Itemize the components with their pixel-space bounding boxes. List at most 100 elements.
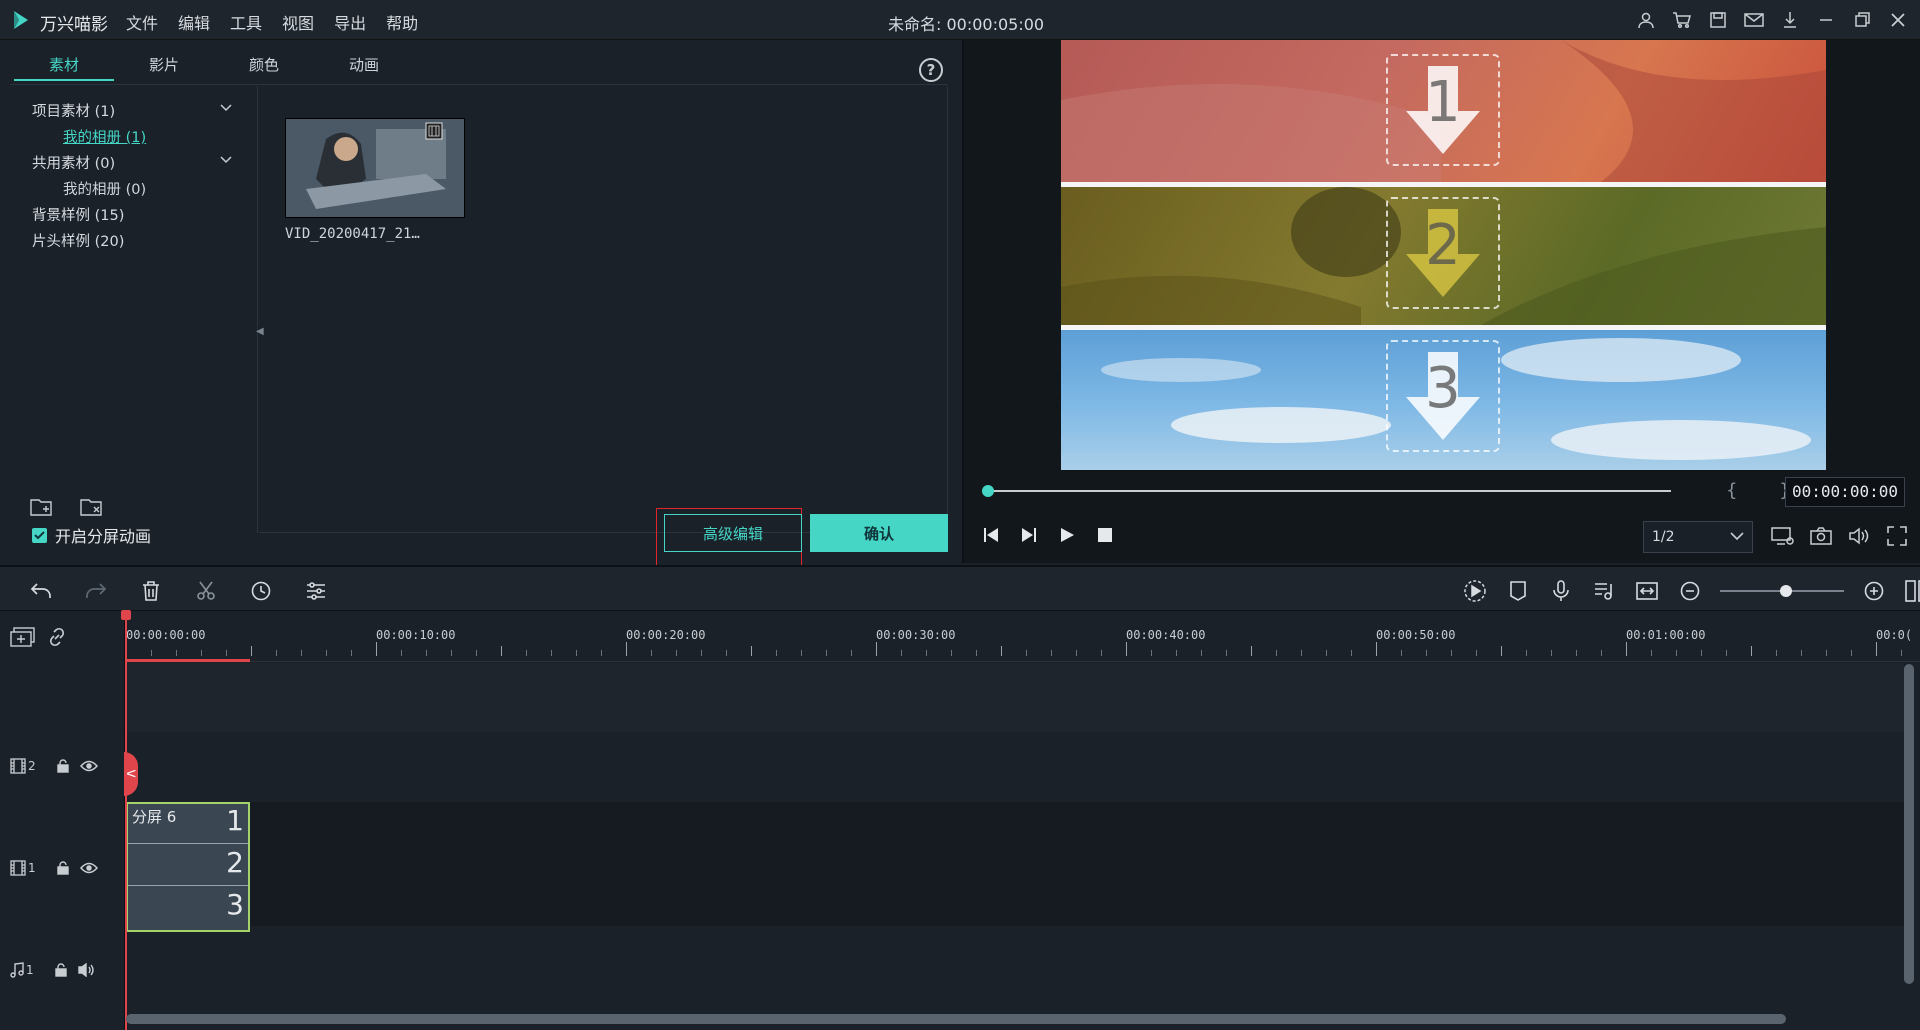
- zoom-slider-handle[interactable]: [1780, 585, 1792, 597]
- restore-icon[interactable]: [1850, 8, 1874, 32]
- fit-timeline-icon[interactable]: [1634, 578, 1660, 604]
- split-animation-toggle[interactable]: 开启分屏动画: [32, 523, 151, 547]
- ruler-tick: [1901, 650, 1902, 656]
- save-icon[interactable]: [1706, 8, 1730, 32]
- ruler-tick: [876, 642, 877, 656]
- preview-scrubber[interactable]: [988, 490, 1671, 492]
- link-icon[interactable]: [46, 626, 68, 648]
- lock-icon[interactable]: [54, 963, 68, 977]
- tree-my-album-0[interactable]: 我的相册 (0): [63, 178, 146, 199]
- cut-icon[interactable]: [193, 578, 219, 604]
- delete-icon[interactable]: [138, 578, 164, 604]
- audio-mixer-icon[interactable]: [1591, 578, 1617, 604]
- zoom-out-icon[interactable]: [1677, 578, 1703, 604]
- help-icon[interactable]: ?: [919, 58, 943, 82]
- ruler-tick: [226, 650, 227, 656]
- track-video-1[interactable]: [126, 802, 1904, 926]
- tree-shared-media[interactable]: 共用素材 (0): [32, 152, 115, 173]
- split-region-1[interactable]: 1: [1061, 40, 1826, 182]
- split-screen-clip[interactable]: 1 2 3 分屏 6: [126, 802, 250, 932]
- user-icon[interactable]: [1634, 8, 1658, 32]
- new-folder-icon[interactable]: [30, 496, 56, 518]
- cart-icon[interactable]: [1670, 8, 1694, 32]
- tab-animation[interactable]: 动画: [314, 50, 414, 81]
- menu-view[interactable]: 视图: [282, 10, 314, 34]
- eye-icon[interactable]: [79, 760, 98, 772]
- drop-zone-1[interactable]: 1: [1386, 54, 1500, 166]
- playhead[interactable]: [125, 612, 127, 1030]
- track-empty[interactable]: [126, 663, 1904, 732]
- add-track-icon[interactable]: [10, 627, 36, 647]
- menu-file[interactable]: 文件: [126, 10, 158, 34]
- menu-help[interactable]: 帮助: [386, 10, 418, 34]
- track-index: 1: [26, 963, 34, 977]
- menu-edit[interactable]: 编辑: [178, 10, 210, 34]
- tab-media[interactable]: 素材: [14, 50, 114, 81]
- zoom-slider[interactable]: [1720, 585, 1844, 597]
- panel-toggle-icon[interactable]: [1904, 578, 1920, 604]
- confirm-button[interactable]: 确认: [810, 514, 948, 552]
- lock-icon[interactable]: [56, 759, 70, 773]
- tree-my-album-1[interactable]: 我的相册 (1): [63, 126, 146, 147]
- minimize-icon[interactable]: [1814, 8, 1838, 32]
- drop-zone-2[interactable]: 2: [1386, 197, 1500, 309]
- ruler-tick: [151, 650, 152, 656]
- tab-film[interactable]: 影片: [114, 50, 214, 81]
- track-header-audio-1: 1: [10, 962, 96, 978]
- delete-folder-icon[interactable]: [80, 496, 106, 518]
- stop-icon[interactable]: [1094, 524, 1116, 546]
- menu-tools[interactable]: 工具: [230, 10, 262, 34]
- tree-intro-samples[interactable]: 片头样例 (20): [32, 230, 124, 251]
- preview-ratio-select[interactable]: 1/2: [1643, 521, 1753, 553]
- eye-icon[interactable]: [79, 862, 98, 874]
- drop-zone-3[interactable]: 3: [1386, 340, 1500, 452]
- scrubber-handle[interactable]: [982, 485, 994, 497]
- split-region-3[interactable]: 3: [1061, 330, 1826, 470]
- play-icon[interactable]: [1056, 524, 1078, 546]
- ruler-tick: [1576, 650, 1577, 656]
- speaker-icon[interactable]: [77, 963, 96, 977]
- download-icon[interactable]: [1778, 8, 1802, 32]
- track-audio-1[interactable]: [126, 926, 1904, 1002]
- ruler-tick: [751, 646, 752, 656]
- chevron-down-icon[interactable]: [220, 104, 232, 112]
- horizontal-scrollbar[interactable]: [126, 1014, 1786, 1024]
- ruler-tick: [376, 642, 377, 656]
- step-forward-icon[interactable]: [1018, 524, 1040, 546]
- ruler-tick: [1551, 650, 1552, 656]
- step-back-icon[interactable]: [980, 524, 1002, 546]
- duration-icon[interactable]: [248, 578, 274, 604]
- marker-icon[interactable]: [1505, 578, 1531, 604]
- mail-icon[interactable]: [1742, 8, 1766, 32]
- volume-icon[interactable]: [1846, 523, 1872, 549]
- checkbox-checked-icon[interactable]: [32, 527, 47, 543]
- vertical-scrollbar[interactable]: [1904, 664, 1914, 984]
- menu-export[interactable]: 导出: [334, 10, 366, 34]
- clip-thumbnail[interactable]: [285, 118, 465, 218]
- microphone-icon[interactable]: [1548, 578, 1574, 604]
- ruler-label: 00:00:10:00: [376, 628, 456, 642]
- chevron-down-icon[interactable]: [220, 156, 232, 164]
- render-icon[interactable]: [1462, 578, 1488, 604]
- tree-project-media[interactable]: 项目素材 (1): [32, 100, 115, 121]
- snapshot-icon[interactable]: [1808, 523, 1834, 549]
- clip-cell-2: 2: [128, 846, 248, 886]
- ruler-tick: [576, 650, 577, 656]
- playhead-handle[interactable]: [121, 610, 131, 620]
- time-ruler[interactable]: 00:00:00:00 00:00:10:00 00:00:20:00 00:0…: [126, 612, 1920, 662]
- redo-icon[interactable]: [83, 578, 109, 604]
- adjust-icon[interactable]: [303, 578, 329, 604]
- close-icon[interactable]: [1886, 8, 1910, 32]
- undo-icon[interactable]: [28, 578, 54, 604]
- ruler-tick: [826, 650, 827, 656]
- tab-color[interactable]: 颜色: [214, 50, 314, 81]
- fullscreen-icon[interactable]: [1884, 523, 1910, 549]
- tree-background-samples[interactable]: 背景样例 (15): [32, 204, 124, 225]
- lock-icon[interactable]: [56, 861, 70, 875]
- track-video-2[interactable]: [126, 732, 1904, 802]
- advanced-edit-button[interactable]: 高级编辑: [664, 514, 802, 552]
- zoom-in-icon[interactable]: [1861, 578, 1887, 604]
- timecode-display: 00:00:00:00: [1785, 477, 1905, 507]
- display-settings-icon[interactable]: [1770, 523, 1796, 549]
- split-region-2[interactable]: 2: [1061, 187, 1826, 325]
